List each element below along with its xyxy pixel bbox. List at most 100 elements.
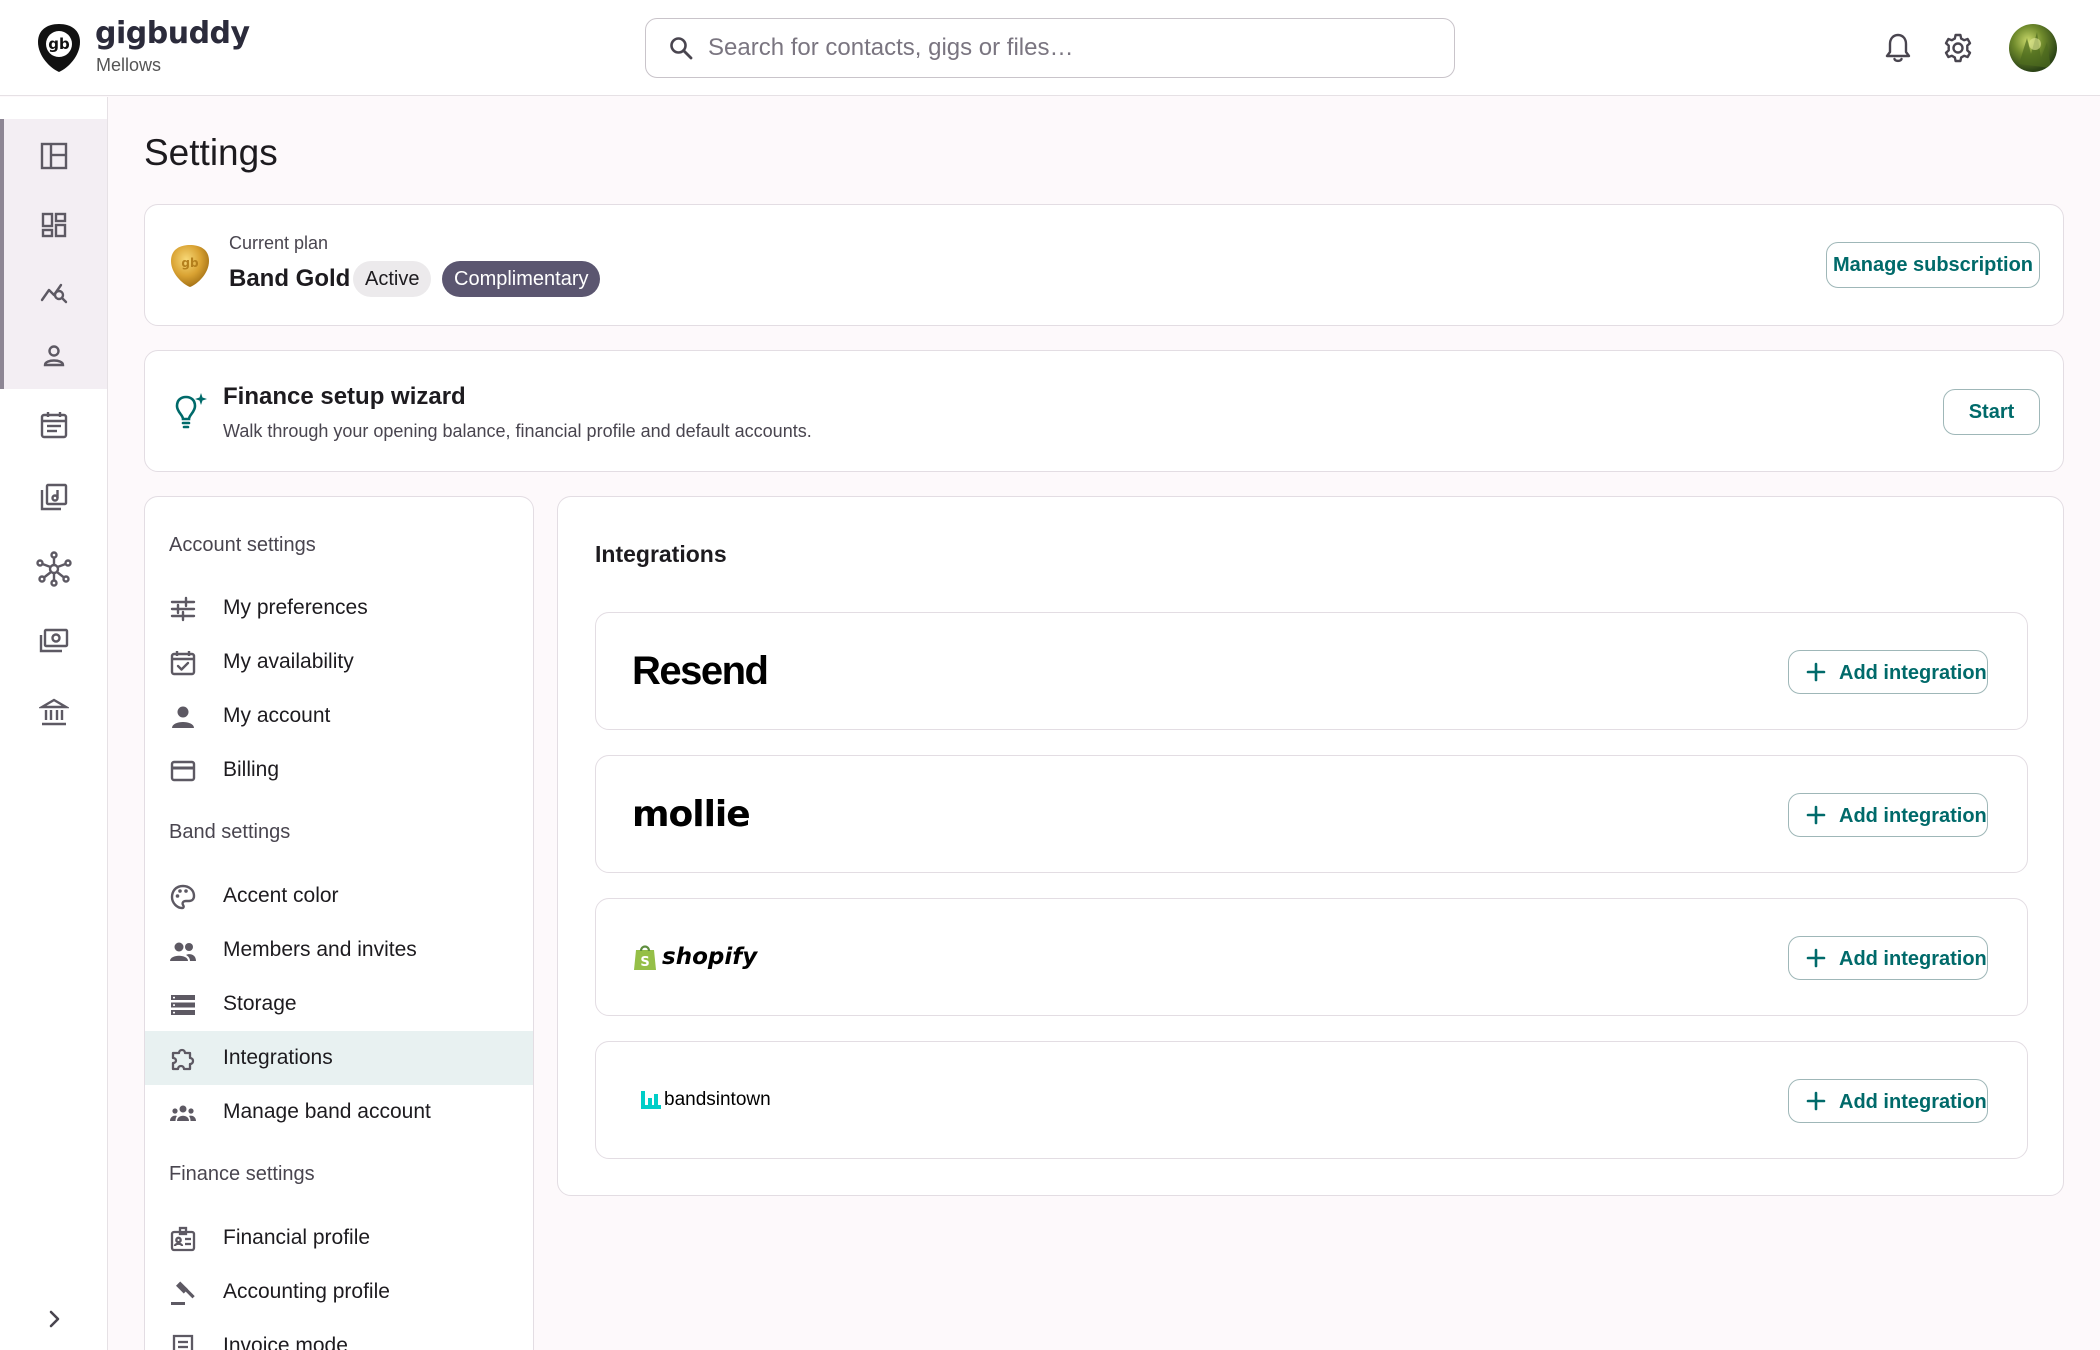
rail-dashboard[interactable] <box>30 132 78 180</box>
bank-icon <box>39 698 69 726</box>
plus-icon <box>1806 805 1826 825</box>
nav-item-invoice-mode[interactable]: Invoice mode <box>145 1319 533 1350</box>
wizard-title: Finance setup wizard <box>223 383 466 410</box>
nav-label: My availability <box>223 650 354 673</box>
integrations-panel: Integrations Resend Add integration moll… <box>557 496 2064 1196</box>
resend-logo-text: Resend <box>632 648 769 693</box>
palette-icon <box>170 884 196 910</box>
add-integration-button[interactable]: Add integration <box>1788 650 1988 694</box>
current-band-name[interactable]: Mellows <box>96 55 161 76</box>
chevron-right-icon <box>49 1310 60 1328</box>
nav-item-billing[interactable]: Billing <box>145 743 533 797</box>
nav-item-my-preferences[interactable]: My preferences <box>145 581 533 635</box>
add-integration-button[interactable]: Add integration <box>1788 1079 1988 1123</box>
nav-label: Accent color <box>223 884 339 907</box>
integration-row-bandsintown: bandsintown Add integration <box>595 1041 2028 1159</box>
add-integration-label: Add integration <box>1839 805 1987 827</box>
avatar-image <box>2019 32 2051 68</box>
nav-label: Manage band account <box>223 1100 431 1123</box>
nav-label: Financial profile <box>223 1226 371 1249</box>
notifications-button[interactable] <box>1878 28 1918 68</box>
rail-widgets[interactable] <box>30 201 78 249</box>
rail-calendar[interactable] <box>30 401 78 449</box>
credit-card-icon <box>170 760 196 782</box>
search-bar[interactable] <box>645 18 1455 78</box>
rail-contacts[interactable] <box>30 332 78 380</box>
storage-icon <box>171 995 195 1015</box>
svg-text:gb: gb <box>48 35 70 53</box>
bandsintown-logo: bandsintown <box>640 1072 771 1128</box>
wizard-description: Walk through your opening balance, finan… <box>223 421 812 441</box>
nav-item-financial-profile[interactable]: Financial profile <box>145 1211 533 1265</box>
resend-logo: Resend <box>632 643 769 699</box>
svg-text:S: S <box>640 955 649 970</box>
add-integration-button[interactable]: Add integration <box>1788 793 1988 837</box>
bandsintown-logo-text: bandsintown <box>664 1089 771 1110</box>
money-icon <box>39 628 69 653</box>
nav-label: My preferences <box>223 596 368 619</box>
integrations-title: Integrations <box>595 541 727 567</box>
group-icon <box>170 942 196 961</box>
shopify-logo: S shopify <box>632 929 757 985</box>
nav-label: Billing <box>223 758 280 781</box>
nav-item-manage-band-account[interactable]: Manage band account <box>145 1085 533 1139</box>
nav-rail <box>0 97 108 1350</box>
rail-finance[interactable] <box>30 617 78 665</box>
search-input[interactable] <box>708 19 1428 76</box>
gigbuddy-logo-icon[interactable]: gb <box>36 22 82 74</box>
nav-item-integrations[interactable]: Integrations <box>145 1031 533 1085</box>
mollie-logo-text: mollie <box>632 793 751 835</box>
gavel-icon <box>171 1281 195 1305</box>
finance-wizard-card: Finance setup wizard Walk through your o… <box>144 350 2064 472</box>
lightbulb-sparkle-icon <box>175 393 207 429</box>
settings-button[interactable] <box>1938 28 1978 68</box>
rail-music-library[interactable] <box>30 473 78 521</box>
nav-label: My account <box>223 704 331 727</box>
nav-item-my-availability[interactable]: My availability <box>145 635 533 689</box>
nav-item-accounting-profile[interactable]: Accounting profile <box>145 1265 533 1319</box>
analytics-icon <box>40 283 68 304</box>
add-integration-button[interactable]: Add integration <box>1788 936 1988 980</box>
finance-settings-heading: Finance settings <box>169 1163 315 1185</box>
nav-item-accent-color[interactable]: Accent color <box>145 869 533 923</box>
settings-nav: Account settings My preferences My avail… <box>144 496 534 1350</box>
manage-subscription-button[interactable]: Manage subscription <box>1826 242 2040 288</box>
bandsintown-mark-icon <box>641 1091 661 1109</box>
nav-item-members-invites[interactable]: Members and invites <box>145 923 533 977</box>
calendar-check-icon <box>170 651 196 676</box>
rail-network[interactable] <box>30 545 78 593</box>
rail-expand-button[interactable] <box>30 1295 78 1343</box>
plan-badge-icon: gb <box>171 245 209 287</box>
tune-icon <box>170 596 196 622</box>
page-title: Settings <box>144 132 278 173</box>
nav-item-storage[interactable]: Storage <box>145 977 533 1031</box>
band-settings-heading: Band settings <box>169 821 291 843</box>
nav-label: Members and invites <box>223 938 417 961</box>
rail-analytics[interactable] <box>30 267 78 315</box>
dashboard-icon <box>40 142 68 170</box>
avatar[interactable] <box>2009 24 2057 72</box>
receipt-icon <box>172 1334 194 1350</box>
plus-icon <box>1806 948 1826 968</box>
puzzle-icon <box>171 1048 195 1071</box>
start-wizard-button[interactable]: Start <box>1943 389 2040 435</box>
integration-row-resend: Resend Add integration <box>595 612 2028 730</box>
bell-icon <box>1885 33 1911 63</box>
mollie-logo: mollie <box>632 786 751 842</box>
rail-active-indicator <box>0 119 4 389</box>
current-plan-card: gb Current plan Band Gold Active Complim… <box>144 204 2064 326</box>
brand-name: gigbuddy <box>95 16 250 51</box>
network-icon <box>36 551 72 587</box>
add-integration-label: Add integration <box>1839 662 1987 684</box>
person-icon <box>172 706 194 728</box>
plus-icon <box>1806 1091 1826 1111</box>
nav-label: Invoice mode <box>223 1334 348 1350</box>
nav-label: Integrations <box>223 1046 333 1069</box>
gear-icon <box>1944 33 1972 63</box>
shopify-logo-text: shopify <box>662 944 758 970</box>
groups-icon <box>170 1105 196 1121</box>
nav-item-my-account[interactable]: My account <box>145 689 533 743</box>
rail-bank[interactable] <box>30 688 78 736</box>
nav-label: Storage <box>223 992 297 1015</box>
shopify-bag-icon: S <box>634 945 656 970</box>
